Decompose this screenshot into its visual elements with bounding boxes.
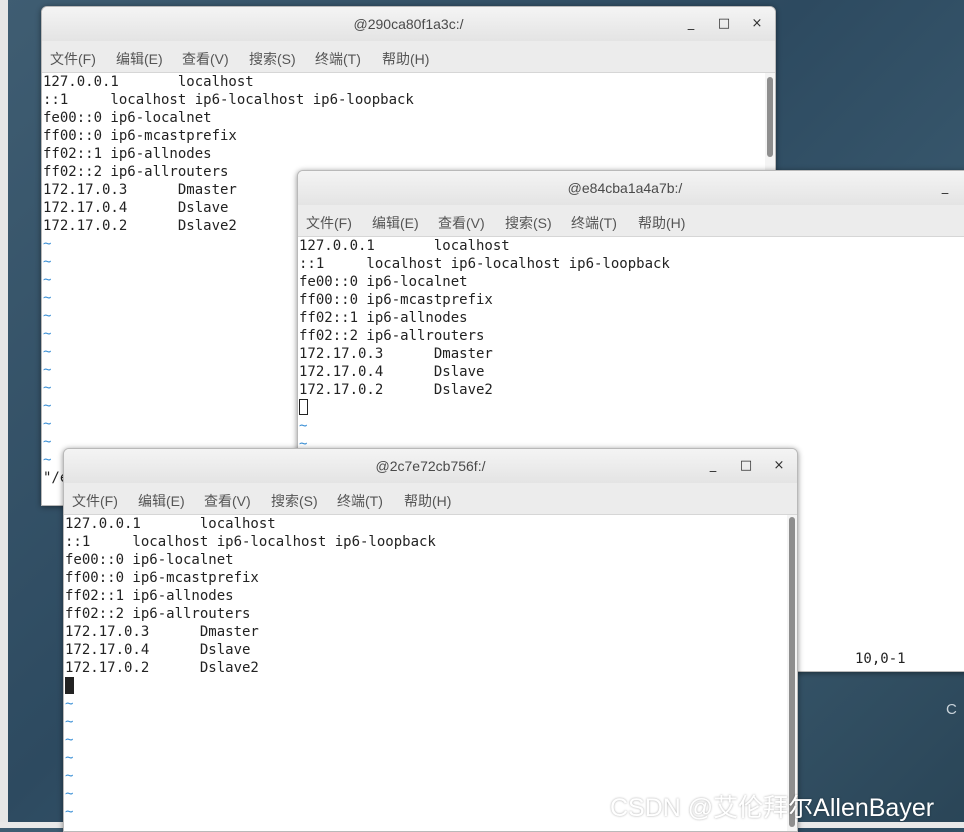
cursor-line [65, 677, 797, 695]
minimize-button[interactable]: _ [704, 457, 722, 475]
desktop-edge-letter: C [946, 701, 957, 718]
hosts-line: ::1 localhost ip6-localhost ip6-loopback [299, 256, 670, 272]
hosts-line: ff00::0 ip6-mcastprefix [299, 292, 493, 308]
menu-file[interactable]: 文件(F) [72, 491, 118, 511]
menu-bar: 文件(F) 编辑(E) 查看(V) 搜索(S) 终端(T) 帮助(H) [298, 205, 964, 237]
hosts-line: 127.0.0.1 localhost [299, 238, 510, 254]
hosts-line: 172.17.0.3 Dmaster [299, 346, 493, 362]
scrollbar-thumb[interactable] [789, 517, 795, 827]
hosts-line: 127.0.0.1 localhost [65, 516, 276, 532]
cursor-line [299, 399, 964, 417]
menu-bar: 文件(F) 编辑(E) 查看(V) 搜索(S) 终端(T) 帮助(H) [64, 483, 797, 515]
menu-edit[interactable]: 编辑(E) [372, 213, 419, 233]
hosts-line: ff02::1 ip6-allnodes [65, 588, 234, 604]
hosts-line: 172.17.0.2 Dslave2 [299, 382, 493, 398]
menu-search[interactable]: 搜索(S) [505, 213, 552, 233]
minimize-button[interactable]: _ [682, 15, 700, 33]
hosts-line: fe00::0 ip6-localnet [299, 274, 468, 290]
menu-view[interactable]: 查看(V) [182, 49, 229, 69]
hosts-line: ::1 localhost ip6-localhost ip6-loopback [65, 534, 436, 550]
empty-line-tilde: ~ [299, 418, 308, 434]
hosts-line: ::1 localhost ip6-localhost ip6-loopback [43, 92, 414, 108]
maximize-button[interactable]: □ [737, 457, 755, 475]
menu-file[interactable]: 文件(F) [306, 213, 352, 233]
hosts-line: 172.17.0.2 Dslave2 [65, 660, 259, 676]
hosts-line: fe00::0 ip6-localnet [43, 110, 212, 126]
csdn-watermark: CSDN @艾伦拜尔AllenBayer [610, 794, 935, 822]
menu-bar: 文件(F) 编辑(E) 查看(V) 搜索(S) 终端(T) 帮助(H) [42, 41, 775, 73]
menu-help[interactable]: 帮助(H) [638, 213, 685, 233]
hosts-line: ff02::1 ip6-allnodes [299, 310, 468, 326]
title-bar[interactable]: @290ca80f1a3c:/ _ □ × [42, 7, 775, 42]
menu-view[interactable]: 查看(V) [204, 491, 251, 511]
hosts-line: 172.17.0.3 Dmaster [65, 624, 259, 640]
menu-help[interactable]: 帮助(H) [382, 49, 429, 69]
hosts-line: 127.0.0.1 localhost [43, 74, 254, 90]
text-cursor [299, 399, 308, 415]
hosts-line: 172.17.0.4 Dslave [65, 642, 251, 658]
menu-file[interactable]: 文件(F) [50, 49, 96, 69]
hosts-line: ff02::2 ip6-allrouters [65, 606, 251, 622]
scrollbar-thumb[interactable] [767, 77, 773, 157]
menu-edit[interactable]: 编辑(E) [138, 491, 185, 511]
window-title: @2c7e72cb756f:/ [375, 458, 486, 474]
hosts-line: fe00::0 ip6-localnet [65, 552, 234, 568]
title-bar[interactable]: @2c7e72cb756f:/ _ □ × [64, 449, 797, 484]
terminal-window-front[interactable]: @2c7e72cb756f:/ _ □ × 文件(F) 编辑(E) 查看(V) … [63, 448, 798, 832]
menu-search[interactable]: 搜索(S) [249, 49, 296, 69]
empty-line-tilde: ~ [65, 714, 74, 730]
close-button[interactable]: × [770, 457, 788, 475]
hosts-line: ff02::2 ip6-allrouters [299, 328, 485, 344]
text-cursor [65, 677, 74, 694]
title-bar[interactable]: @e84cba1a4a7b:/ _ [298, 171, 964, 206]
menu-terminal[interactable]: 终端(T) [571, 213, 617, 233]
hosts-line: ff02::1 ip6-allnodes [43, 146, 212, 162]
cursor-position-status: 10,0-1 [855, 651, 906, 667]
hosts-line: 172.17.0.4 Dslave [299, 364, 485, 380]
menu-search[interactable]: 搜索(S) [271, 491, 318, 511]
maximize-button[interactable]: □ [715, 15, 733, 33]
menu-edit[interactable]: 编辑(E) [116, 49, 163, 69]
minimize-button[interactable]: _ [936, 179, 954, 197]
terminal-content[interactable]: 127.0.0.1 localhost ::1 localhost ip6-lo… [64, 515, 797, 831]
menu-terminal[interactable]: 终端(T) [337, 491, 383, 511]
empty-line-tilde: ~ [65, 750, 74, 766]
close-button[interactable]: × [748, 15, 766, 33]
menu-help[interactable]: 帮助(H) [404, 491, 451, 511]
menu-view[interactable]: 查看(V) [438, 213, 485, 233]
window-title: @290ca80f1a3c:/ [353, 16, 464, 32]
empty-line-tilde: ~ [65, 768, 74, 784]
hosts-line: ff00::0 ip6-mcastprefix [65, 570, 259, 586]
hosts-line: ff00::0 ip6-mcastprefix [43, 128, 237, 144]
empty-line-tilde: ~ [65, 732, 74, 748]
menu-terminal[interactable]: 终端(T) [315, 49, 361, 69]
empty-line-tilde: ~ [65, 696, 74, 712]
window-title: @e84cba1a4a7b:/ [567, 180, 683, 196]
desktop-left-strip [0, 0, 8, 828]
